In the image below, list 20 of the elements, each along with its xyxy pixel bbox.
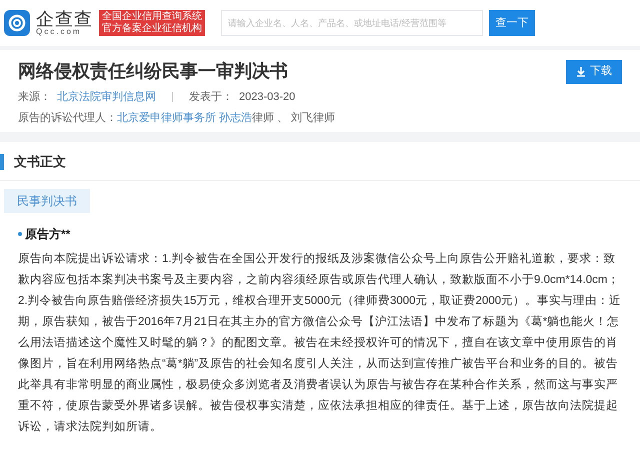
meta-label: 发表于： [189,90,233,105]
download-icon [576,66,586,76]
document-title: 网络侵权责任纠纷民事一审判决书 [18,60,288,83]
agent-link[interactable]: 北京爱申律师事务所 [117,112,216,124]
section-title: 文书正文 [14,153,66,171]
logo-icon [4,10,30,36]
document-type-tag: 民事判决书 [4,188,90,212]
search-field[interactable]: 请输入企业名、人名、产品名、或地址电话/经营范围等 [221,10,483,36]
logo-name: 企查查 [36,10,93,28]
logo-domain: Qcc.com [36,28,83,36]
source-link[interactable]: 北京法院审判信息网 [57,89,156,106]
publish-date: 2023-03-20 [239,90,296,105]
party-heading: 原告方** [25,226,70,242]
search-button[interactable]: 查一下 [489,10,535,36]
complaint-paragraph: 原告向本院提出诉讼请求：1.判令被告在全国公开发行的报纸及涉案微信公众号上向原告公开赔礼道歉，要求：致歉内容应包括本案判决书案号及主要内容，之前内容须经原告或原告代理人确认，致歉版面不小于9.0cm*14.0cm；2.判令被告向原告赔偿经济损失15万元，维权合理开支5000元（律师费3000元，取证费2000元）。事实与理由：近期，原告获知，被告于2016年7月21日在其主办的官方微信公众号【沪江法语】中发布了标题为《葛*躺也能火！怎么用法语描述这个魔性又时髦的躺？》的配图文章。被告在未经授权许可的情况下，擅自在该文章中使用原告的肖像图片，旨在利用网络热点“葛*躺”及原告的社会知名度引人关注，从而达到宣传推广被告平台和业务的目的。被告此举具有非常明显的商业属性，极易使众多浏览者及消费者误认为原告与被告存在某种合作关系，然而这与事实严重不符，使原告蒙受外界诸多误解。被告侵权事实清楚，应依法承担相应的律责任。基于上述，原告故向法院提起诉讼，请求法院判如所请。 [17,251,622,434]
certification-badge: 全国企业信用查询系统 官方备案企业征信机构 [99,10,205,36]
meta-label: 来源： [18,90,51,105]
agent-link[interactable]: 孙志浩 [219,112,252,124]
download-button[interactable]: 下载 [566,60,622,84]
agents-line: 原告的诉讼代理人：北京爱申律师事务所 孙志浩律师 、 刘飞律师 [18,110,336,126]
